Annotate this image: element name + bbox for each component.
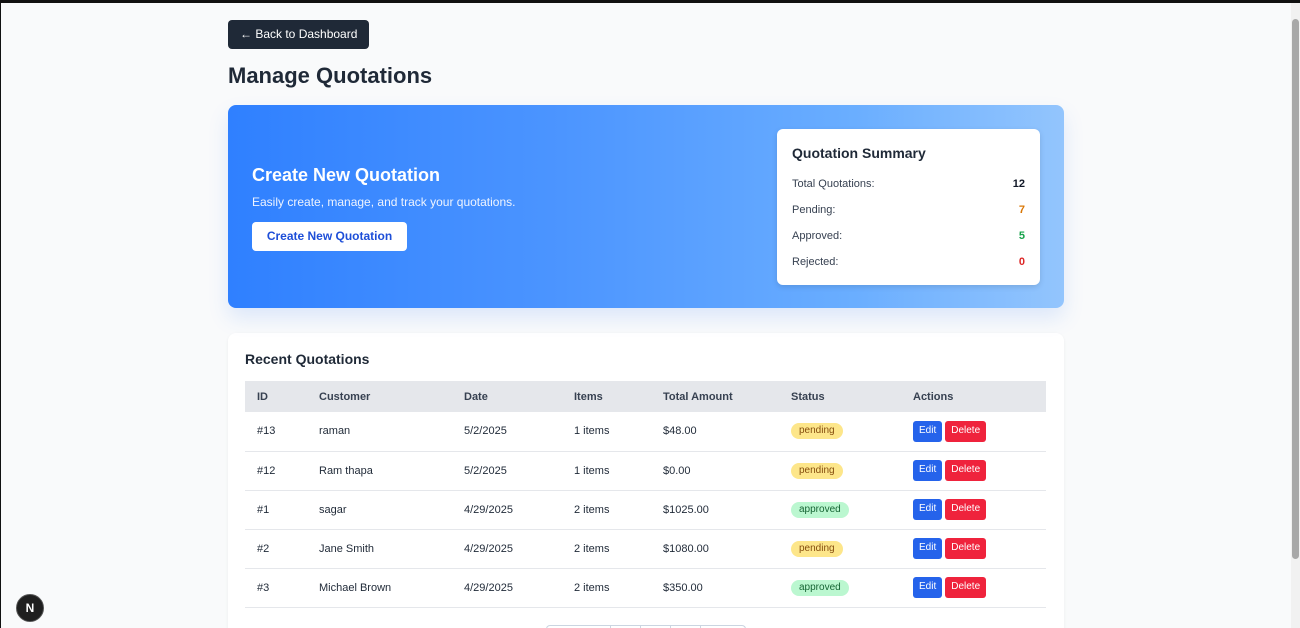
summary-label: Total Quotations: — [792, 178, 875, 190]
create-new-quotation-button[interactable]: Create New Quotation — [252, 222, 407, 251]
cell-status: pending — [779, 451, 901, 491]
banner-subtitle: Easily create, manage, and track your qu… — [252, 195, 516, 209]
cell-date: 4/29/2025 — [452, 568, 562, 608]
cell-customer: Jane Smith — [307, 529, 452, 569]
summary-row: Total Quotations: 12 — [792, 171, 1025, 197]
cell-items: 2 items — [562, 568, 651, 608]
cell-status: pending — [779, 529, 901, 569]
table-header-row: ID Customer Date Items Total Amount Status Act… — [245, 381, 1046, 412]
cell-date: 4/29/2025 — [452, 490, 562, 530]
delete-button[interactable]: Delete — [945, 460, 987, 481]
status-badge: approved — [791, 501, 849, 518]
summary-row: Approved: 5 — [792, 223, 1025, 249]
edit-button[interactable]: Edit — [913, 577, 943, 598]
summary-label: Approved: — [792, 230, 843, 242]
column-header: Actions — [901, 381, 1046, 412]
table-row: #13 raman 5/2/2025 1 items $48.00 pending Edit… — [245, 412, 1046, 452]
cell-actions: Edit Delete — [901, 412, 1046, 452]
cell-items: 2 items — [562, 490, 651, 530]
column-header: Date — [452, 381, 562, 412]
delete-button[interactable]: Delete — [945, 577, 987, 598]
cell-actions: Edit Delete — [901, 529, 1046, 569]
cell-date: 4/29/2025 — [452, 529, 562, 569]
delete-button[interactable]: Delete — [945, 538, 987, 559]
edit-button[interactable]: Edit — [913, 499, 943, 520]
status-badge: pending — [791, 540, 843, 557]
cell-status: approved — [779, 568, 901, 608]
page-container: ← Back to Dashboard Manage Quotations Cr… — [228, 20, 1064, 628]
banner-title: Create New Quotation — [252, 165, 441, 185]
table-row: #3 Michael Brown 4/29/2025 2 items $350.00 ap… — [245, 568, 1046, 608]
recent-quotations-card: Recent Quotations ID Customer Date Items Tot… — [228, 333, 1064, 628]
vertical-scrollbar[interactable] — [1291, 3, 1300, 628]
nextjs-icon[interactable]: N — [16, 594, 44, 622]
edit-button[interactable]: Edit — [913, 420, 943, 442]
cell-actions: Edit Delete — [901, 568, 1046, 608]
cell-customer: sagar — [307, 490, 452, 530]
summary-value: 12 — [1012, 178, 1025, 190]
delete-button[interactable]: Delete — [945, 499, 987, 520]
cell-items: 1 items — [562, 412, 651, 452]
create-quotation-banner: Create New Quotation Easily create, mana… — [228, 105, 1064, 308]
cell-id: #12 — [245, 451, 307, 491]
cell-id: #2 — [245, 529, 307, 569]
scrollbar-thumb[interactable] — [1292, 19, 1299, 559]
column-header: Customer — [307, 381, 452, 412]
summary-value: 7 — [1018, 204, 1025, 216]
cell-items: 2 items — [562, 529, 651, 569]
status-badge: approved — [791, 579, 849, 596]
cell-total: $1025.00 — [651, 490, 779, 530]
summary-row: Rejected: 0 — [792, 249, 1025, 275]
summary-row: Pending: 7 — [792, 197, 1025, 223]
cell-total: $350.00 — [651, 568, 779, 608]
back-to-dashboard-button[interactable]: ← Back to Dashboard — [228, 20, 370, 49]
cell-actions: Edit Delete — [901, 451, 1046, 491]
edit-button[interactable]: Edit — [913, 538, 943, 559]
cell-status: pending — [779, 412, 901, 452]
column-header: Items — [562, 381, 651, 412]
table-row: #12 Ram thapa 5/2/2025 1 items $0.00 pending E… — [245, 451, 1046, 491]
cell-id: #13 — [245, 412, 307, 452]
cell-customer: raman — [307, 412, 452, 452]
cell-id: #1 — [245, 490, 307, 530]
cell-id: #3 — [245, 568, 307, 608]
column-header: ID — [245, 381, 307, 412]
quotation-summary-card: Quotation Summary Total Quotations: 12 Pen… — [777, 129, 1040, 285]
table-row: #1 sagar 4/29/2025 2 items $1025.00 approved E… — [245, 490, 1046, 530]
banner-content: Create New Quotation Easily create, mana… — [252, 163, 515, 251]
cell-items: 1 items — [562, 451, 651, 491]
status-badge: pending — [791, 462, 843, 479]
cell-total: $48.00 — [651, 412, 779, 452]
quotations-table: ID Customer Date Items Total Amount Status Act… — [245, 381, 1046, 608]
summary-value: 0 — [1018, 256, 1025, 268]
summary-title: Quotation Summary — [792, 145, 926, 161]
cell-customer: Michael Brown — [307, 568, 452, 608]
status-badge: pending — [791, 423, 843, 440]
cell-total: $1080.00 — [651, 529, 779, 569]
summary-label: Pending: — [792, 204, 836, 216]
table-row: #2 Jane Smith 4/29/2025 2 items $1080.00 pend… — [245, 529, 1046, 569]
recent-quotations-title: Recent Quotations — [245, 351, 370, 367]
summary-label: Rejected: — [792, 256, 839, 268]
cell-total: $0.00 — [651, 451, 779, 491]
cell-customer: Ram thapa — [307, 451, 452, 491]
cell-status: approved — [779, 490, 901, 530]
edit-button[interactable]: Edit — [913, 460, 943, 481]
cell-date: 5/2/2025 — [452, 451, 562, 491]
column-header: Total Amount — [651, 381, 779, 412]
cell-actions: Edit Delete — [901, 490, 1046, 530]
summary-value: 5 — [1018, 230, 1025, 242]
page-title: Manage Quotations — [228, 63, 433, 88]
cell-date: 5/2/2025 — [452, 412, 562, 452]
delete-button[interactable]: Delete — [945, 420, 987, 442]
column-header: Status — [779, 381, 901, 412]
